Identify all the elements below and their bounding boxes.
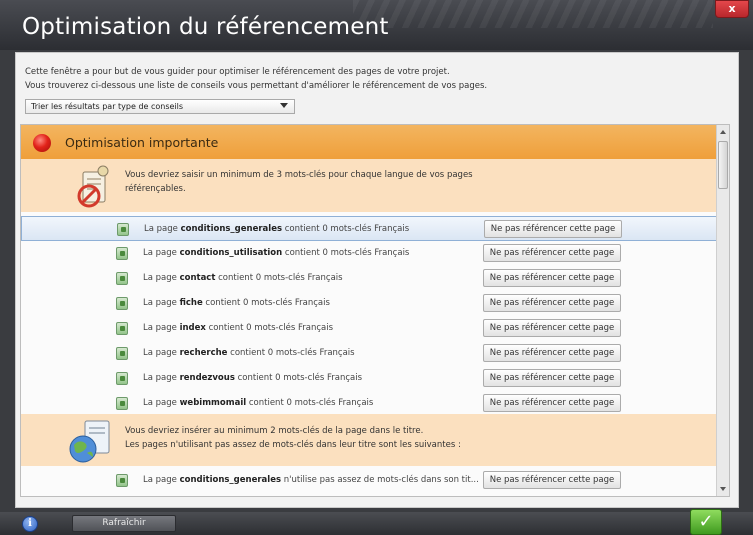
intro-line-2: Vous trouverez ci-dessous une liste de c… <box>25 81 488 91</box>
page-icon <box>116 372 128 385</box>
title-bar-decoration <box>353 0 713 28</box>
chevron-down-icon <box>280 103 288 108</box>
section-title: Optimisation importante <box>65 135 219 150</box>
row-text: La page contact contient 0 mots-clés Fra… <box>143 273 343 283</box>
table-row[interactable]: La page recherche contient 0 mots-clés F… <box>21 341 717 366</box>
row-text: La page rendezvous contient 0 mots-clés … <box>143 373 363 383</box>
advice-block-keywords: Vous devriez saisir un minimum de 3 mots… <box>21 159 717 212</box>
row-text: La page fiche contient 0 mots-clés Franç… <box>143 298 330 308</box>
sort-dropdown[interactable]: Trier les résultats par type de conseils <box>25 99 295 114</box>
row-text: La page conditions_generales n'utilise p… <box>143 475 479 485</box>
advice-list[interactable]: Optimisation importante Vous devriez sai… <box>20 124 730 497</box>
intro-line-1: Cette fenêtre a pour but de vous guider … <box>25 67 450 77</box>
page-icon <box>116 397 128 410</box>
do-not-index-button[interactable]: Ne pas référencer cette page <box>483 269 621 287</box>
no-keywords-icon <box>77 165 109 208</box>
ok-button[interactable]: ✓ <box>690 509 722 535</box>
page-icon <box>116 474 128 487</box>
table-row[interactable]: La page rendezvous contient 0 mots-clés … <box>21 366 717 391</box>
scroll-thumb[interactable] <box>718 141 728 189</box>
scroll-up-icon[interactable] <box>720 130 726 134</box>
row-text: La page conditions_utilisation contient … <box>143 248 410 258</box>
red-circle-icon <box>33 134 51 152</box>
advice-block-title: Vous devriez insérer au minimum 2 mots-c… <box>21 414 717 466</box>
do-not-index-button[interactable]: Ne pas référencer cette page <box>484 220 622 238</box>
do-not-index-button[interactable]: Ne pas référencer cette page <box>483 344 621 362</box>
do-not-index-button[interactable]: Ne pas référencer cette page <box>483 294 621 312</box>
bottom-toolbar: i Rafraîchir <box>0 512 753 535</box>
advice-2-text: Vous devriez insérer au minimum 2 mots-c… <box>125 424 461 452</box>
table-row[interactable]: La page conditions_generales contient 0 … <box>21 216 717 241</box>
table-row[interactable]: La page fiche contient 0 mots-clés Franç… <box>21 291 717 316</box>
scroll-down-icon[interactable] <box>720 487 726 491</box>
advice-1-line-2: référençables. <box>125 184 186 194</box>
row-text: La page recherche contient 0 mots-clés F… <box>143 348 355 358</box>
page-icon <box>116 322 128 335</box>
title-bar: Optimisation du référencement x <box>0 0 753 50</box>
do-not-index-button[interactable]: Ne pas référencer cette page <box>483 394 621 412</box>
table-row[interactable]: La page conditions_generales n'utilise p… <box>21 468 717 493</box>
row-text: La page webimmomail contient 0 mots-clés… <box>143 398 374 408</box>
row-text: La page conditions_generales contient 0 … <box>144 224 410 234</box>
do-not-index-button[interactable]: Ne pas référencer cette page <box>483 471 621 489</box>
seo-optimization-window: Optimisation du référencement x Cette fe… <box>0 0 753 535</box>
do-not-index-button[interactable]: Ne pas référencer cette page <box>483 244 621 262</box>
section-header-important: Optimisation importante <box>21 125 717 159</box>
row-text: La page index contient 0 mots-clés Franç… <box>143 323 334 333</box>
help-button[interactable]: i <box>22 516 38 532</box>
page-icon <box>116 347 128 360</box>
globe-document-icon <box>69 420 110 463</box>
advice-1-line-1: Vous devriez saisir un minimum de 3 mots… <box>125 170 473 180</box>
refresh-button[interactable]: Rafraîchir <box>72 515 176 532</box>
do-not-index-button[interactable]: Ne pas référencer cette page <box>483 369 621 387</box>
window-title: Optimisation du référencement <box>22 14 389 40</box>
intro-text: Cette fenêtre a pour but de vous guider … <box>25 65 487 93</box>
table-row[interactable]: La page webimmomail contient 0 mots-clés… <box>21 391 717 416</box>
page-icon <box>116 272 128 285</box>
advice-1-text: Vous devriez saisir un minimum de 3 mots… <box>125 168 473 196</box>
close-button[interactable]: x <box>715 0 749 18</box>
advice-2-line-2: Les pages n'utilisant pas assez de mots-… <box>125 440 461 450</box>
sort-dropdown-value: Trier les résultats par type de conseils <box>31 102 184 111</box>
table-row[interactable]: La page index contient 0 mots-clés Franç… <box>21 316 717 341</box>
page-icon <box>117 223 129 236</box>
table-row[interactable]: La page conditions_utilisation contient … <box>21 241 717 266</box>
advice-2-line-1: Vous devriez insérer au minimum 2 mots-c… <box>125 426 424 436</box>
table-row[interactable]: La page contact contient 0 mots-clés Fra… <box>21 266 717 291</box>
vertical-scrollbar[interactable] <box>716 125 729 496</box>
page-icon <box>116 247 128 260</box>
do-not-index-button[interactable]: Ne pas référencer cette page <box>483 319 621 337</box>
page-icon <box>116 297 128 310</box>
